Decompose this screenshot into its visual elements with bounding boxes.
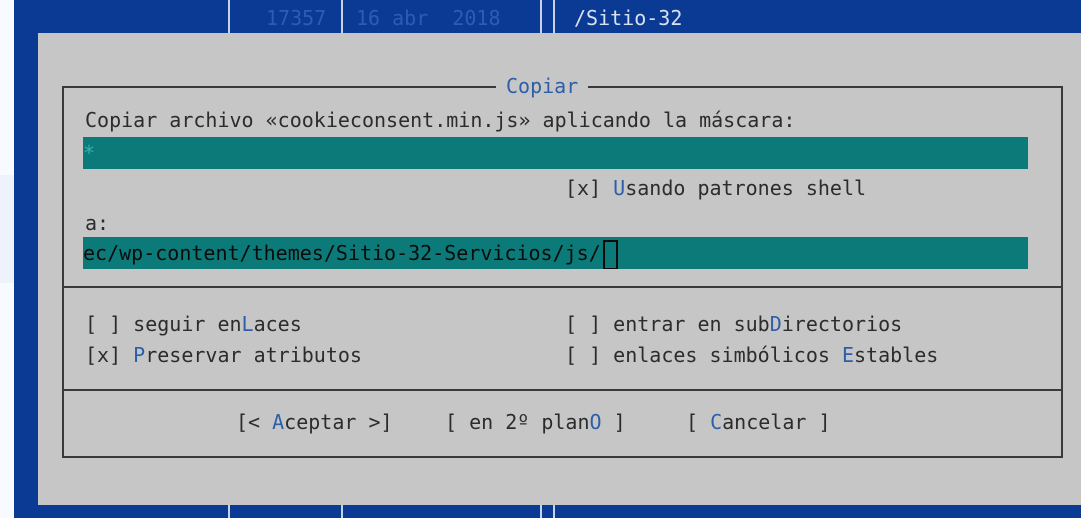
destination-input[interactable]: ec/wp-content/themes/Sitio-32-Servicios/… [83,237,1028,269]
left-edge-strip [0,175,14,283]
button-label: [ en 2º plan [445,410,590,434]
ok-button[interactable]: [< Aceptar >] [236,407,393,437]
checkbox-box: [x] [565,176,614,200]
button-label: [< [236,410,273,434]
mask-value: * [83,141,96,165]
checkbox-label: sando patrones shell [625,176,867,200]
checkbox-box: [x] [85,343,134,367]
column-divider [341,505,343,518]
column-divider [553,505,555,518]
source-label: Copiar archivo «cookieconsent.min.js» ap… [85,108,796,132]
checkbox-label: seguir en [133,312,242,336]
stable-symlinks-checkbox[interactable]: [ ] enlaces simbólicos Estables [565,340,938,370]
hotkey: O [589,410,602,434]
section-divider [62,389,1063,391]
column-divider [553,0,555,33]
checkbox-box: [ ] [565,343,614,367]
button-label: ceptar >] [284,410,393,434]
destination-label: a: [85,211,110,235]
checkbox-box: [ ] [85,312,134,336]
hotkey: C [710,410,723,434]
background-button[interactable]: [ en 2º planO ] [445,407,626,437]
hotkey: E [841,343,854,367]
hotkey: U [613,176,626,200]
column-divider [228,505,230,518]
checkbox-label: stables [854,343,939,367]
button-label: ] [601,410,626,434]
hotkey: P [133,343,146,367]
hotkey: A [272,410,285,434]
panel-bottom-strip [14,505,1081,518]
dialog-title: Copiar [496,72,589,100]
row-date: 16 abr 2018 [356,6,501,30]
cancel-button[interactable]: [ Cancelar ] [686,407,831,437]
column-divider [540,0,542,33]
row-path: /Sitio-32 [574,6,683,30]
checkbox-label: reservar atributos [145,343,362,367]
checkbox-label: aces [253,312,302,336]
column-divider [341,0,343,33]
text-cursor [602,239,618,269]
hotkey: D [769,312,782,336]
checkbox-label: entrar en sub [613,312,770,336]
panel-visible-row: 17357 16 abr 2018 /Sitio-32 [14,0,1081,33]
destination-value: ec/wp-content/themes/Sitio-32-Servicios/… [83,241,601,265]
mask-input[interactable]: * [83,137,1028,169]
checkbox-label: irectorios [781,312,903,336]
follow-links-checkbox[interactable]: [ ] seguir enLaces [85,309,302,339]
button-label: [ [686,410,711,434]
column-divider [228,0,230,33]
button-label: ancelar ] [722,410,831,434]
shell-patterns-checkbox[interactable]: [x] Usando patrones shell [565,173,866,203]
dive-subdirs-checkbox[interactable]: [ ] entrar en subDirectorios [565,309,902,339]
checkbox-label: enlaces simbólicos [613,343,842,367]
checkbox-box: [ ] [565,312,614,336]
row-id: 17357 [266,6,327,30]
column-divider [540,505,542,518]
section-divider [62,286,1063,288]
preserve-attributes-checkbox[interactable]: [x] Preservar atributos [85,340,362,370]
hotkey: L [241,312,254,336]
